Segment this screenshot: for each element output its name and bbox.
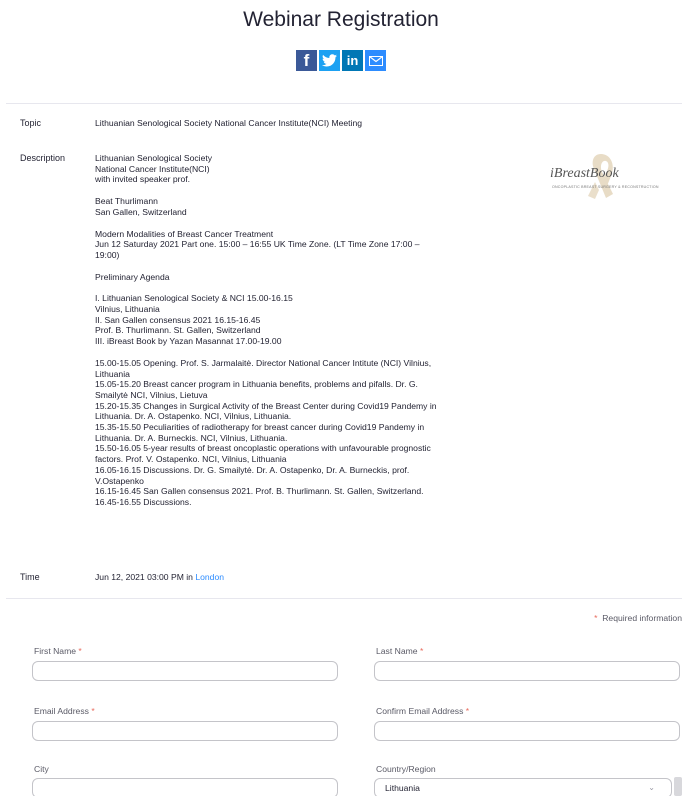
topic-label: Topic bbox=[20, 118, 42, 128]
timezone-link[interactable]: London bbox=[195, 572, 224, 582]
description-line: V.Ostapenko bbox=[95, 475, 144, 486]
description-line: 15.50-16.05 5-year results of breast onc… bbox=[95, 443, 431, 454]
description-line: 15.05-15.20 Breast cancer program in Lit… bbox=[95, 379, 418, 390]
first-name-label: First Name * bbox=[34, 646, 82, 656]
description-line: San Gallen, Switzerland bbox=[95, 206, 187, 217]
time-text: Jun 12, 2021 03:00 PM in bbox=[95, 572, 196, 582]
page-title: Webinar Registration bbox=[243, 8, 439, 31]
description-line: 16.45-16.55 Discussions. bbox=[95, 496, 192, 507]
description-line: Lithuania. Dr. A. Ostapenko. NCI, Vilniu… bbox=[95, 411, 292, 422]
scrollbar[interactable] bbox=[674, 777, 682, 796]
description-line: Preliminary Agenda bbox=[95, 271, 170, 282]
ibreastbook-logo: iBreastBook ONCOPLASTIC BREAST SURGERY &… bbox=[540, 152, 672, 206]
time-label: Time bbox=[20, 572, 40, 582]
city-label: City bbox=[34, 764, 49, 774]
description-line: 19:00) bbox=[95, 249, 120, 260]
required-note: * Required information bbox=[594, 613, 682, 623]
description-line: II. San Gallen consensus 2021 16.15-16.4… bbox=[95, 314, 261, 325]
description-line: Lithuania. Dr. A. Burneckis. NCI, Vilniu… bbox=[95, 432, 288, 443]
description-line: Jun 12 Saturday 2021 Part one. 15:00 – 1… bbox=[95, 239, 420, 250]
description-line: with invited speaker prof. bbox=[95, 174, 191, 185]
city-field[interactable] bbox=[32, 778, 338, 796]
description-line: 15.20-15.35 Changes in Surgical Activity… bbox=[95, 400, 437, 411]
description-line: Prof. B. Thurlimann. St. Gallen, Switzer… bbox=[95, 325, 261, 336]
topic-value: Lithuanian Senological Society National … bbox=[95, 118, 363, 128]
linkedin-share-button[interactable]: in bbox=[342, 50, 363, 71]
share-bar: f in bbox=[0, 50, 682, 71]
facebook-share-button[interactable]: f bbox=[296, 50, 317, 71]
description-line: Lithuanian Senological Society bbox=[95, 153, 213, 163]
description-line: Modern Modalities of Breast Cancer Treat… bbox=[95, 228, 274, 239]
last-name-label: Last Name * bbox=[376, 646, 424, 656]
country-select[interactable]: Lithuania ⌄ bbox=[374, 778, 672, 796]
required-note-text: Required information bbox=[602, 613, 682, 623]
confirm-email-field[interactable] bbox=[374, 721, 680, 741]
description-text: Lithuanian Senological Society National … bbox=[95, 153, 535, 508]
divider bbox=[6, 598, 682, 599]
description-line: Vilnius, Lithuania bbox=[95, 304, 160, 315]
description-line: Lithuania bbox=[95, 368, 130, 379]
last-name-field[interactable] bbox=[374, 661, 680, 681]
first-name-field[interactable] bbox=[32, 661, 338, 681]
description-line: 16.15-16.45 San Gallen consensus 2021. P… bbox=[95, 486, 424, 497]
envelope-icon bbox=[368, 55, 383, 66]
confirm-email-label: Confirm Email Address * bbox=[376, 706, 470, 716]
divider bbox=[6, 103, 682, 104]
description-line: Smailytė NCI, Vilnius, Lietuva bbox=[95, 389, 208, 400]
email-share-button[interactable] bbox=[365, 50, 386, 71]
email-label: Email Address * bbox=[34, 706, 95, 716]
facebook-icon: f bbox=[303, 50, 310, 70]
description-line: III. iBreast Book by Yazan Masannat 17.0… bbox=[95, 336, 282, 347]
logo-text: iBreastBook bbox=[550, 166, 619, 181]
description-line: 16.05-16.15 Discussions. Dr. G. Smailytė… bbox=[95, 464, 410, 475]
chevron-down-icon: ⌄ bbox=[648, 783, 655, 792]
description-line: Beat Thurlimann bbox=[95, 196, 158, 207]
twitter-icon bbox=[322, 54, 337, 67]
required-marker: * bbox=[594, 613, 598, 623]
description-label: Description bbox=[20, 153, 66, 163]
logo-tagline: ONCOPLASTIC BREAST SURGERY & RECONSTRUCT… bbox=[552, 185, 659, 189]
country-label: Country/Region bbox=[376, 764, 436, 774]
twitter-share-button[interactable] bbox=[319, 50, 340, 71]
description-line: 15.35-15.50 Peculiarities of radiotherap… bbox=[95, 422, 425, 433]
description-line: 15.00-15.05 Opening. Prof. S. Jarmalaitė… bbox=[95, 357, 432, 368]
description-line: National Cancer Institute(NCI) bbox=[95, 163, 210, 174]
email-field[interactable] bbox=[32, 721, 338, 741]
country-value: Lithuania bbox=[385, 783, 420, 793]
linkedin-icon: in bbox=[346, 53, 359, 68]
description-line: factors. Prof. V. Ostapenko. NCI, Vilniu… bbox=[95, 454, 287, 465]
description-line: I. Lithuanian Senological Society & NCI … bbox=[95, 293, 293, 304]
time-value: Jun 12, 2021 03:00 PM in London bbox=[95, 572, 535, 583]
